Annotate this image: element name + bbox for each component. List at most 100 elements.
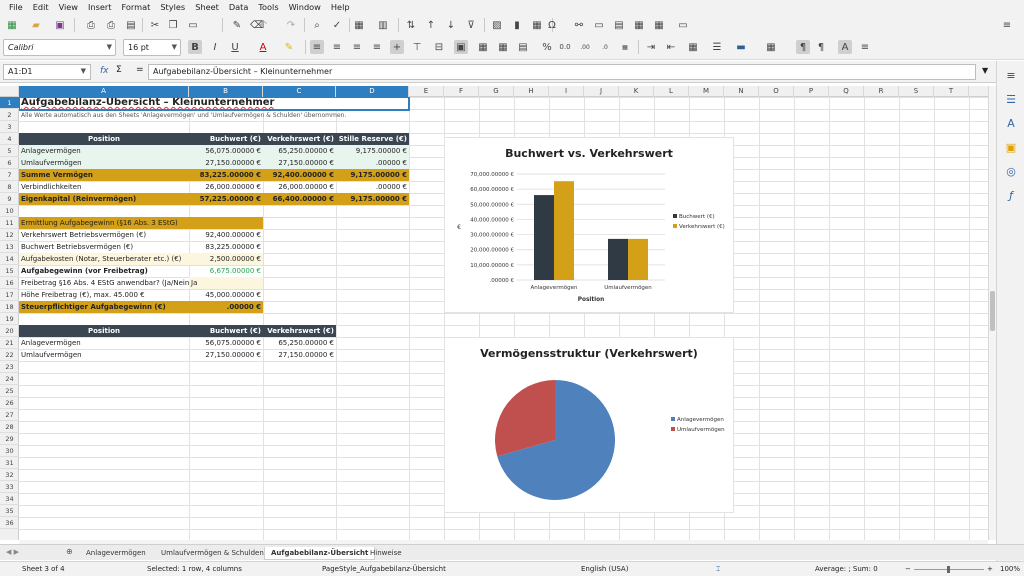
table-header[interactable]: Position xyxy=(19,325,189,337)
select-all-corner[interactable] xyxy=(0,86,19,97)
formula-input[interactable]: Aufgabebilanz-Übersicht – Kleinunternehm… xyxy=(148,64,976,80)
export-pdf-icon[interactable]: ⎙ xyxy=(84,18,98,32)
row-icon[interactable]: ▦ xyxy=(352,18,366,32)
table-header[interactable]: Buchwert (€) xyxy=(189,325,263,337)
chart-icon[interactable]: ▮ xyxy=(510,18,524,32)
table-cell[interactable]: Höhe Freibetrag (€), max. 45.000 € xyxy=(19,289,189,301)
table-cell[interactable]: Steuerpflichtiger Aufgabegewinn (€) xyxy=(19,301,189,313)
table-cell[interactable]: 56,075.00000 € xyxy=(189,337,263,349)
chevron-down-icon[interactable]: ▼ xyxy=(172,43,177,51)
pie-chart[interactable]: Vermögensstruktur (Verkehrswert) Anlagev… xyxy=(444,337,734,513)
row-header[interactable]: 24 xyxy=(0,373,19,385)
tab-anlagevermoegen[interactable]: Anlagevermögen xyxy=(80,547,152,560)
define-print-area-icon[interactable]: ▦ xyxy=(632,18,646,32)
expand-formula-icon[interactable]: ▼ xyxy=(982,66,988,75)
vertical-scrollbar[interactable] xyxy=(988,86,996,540)
column-header[interactable]: Q xyxy=(829,86,864,97)
decrease-indent-icon[interactable]: ⇤ xyxy=(664,40,678,54)
table-cell[interactable]: 65,250.00000 € xyxy=(263,145,336,157)
menu-help[interactable]: Help xyxy=(326,2,355,12)
conditional-format-icon[interactable]: ▦ xyxy=(764,40,778,54)
special-character-icon[interactable]: Ω xyxy=(545,18,559,32)
functions-icon[interactable]: ƒ xyxy=(1003,187,1019,203)
zoom-slider-handle[interactable] xyxy=(947,566,950,573)
table-cell[interactable]: 66,400.00000 € xyxy=(263,193,336,205)
undo-icon[interactable]: ↶ xyxy=(256,18,270,32)
row-header[interactable]: 25 xyxy=(0,385,19,397)
new-icon[interactable]: ▦ xyxy=(5,18,19,32)
underline-icon[interactable]: U xyxy=(228,40,242,54)
row-header[interactable]: 33 xyxy=(0,481,19,493)
gallery-icon[interactable]: ▣ xyxy=(1003,139,1019,155)
menu-data[interactable]: Data xyxy=(224,2,254,12)
row-header[interactable]: 22 xyxy=(0,349,19,361)
menu-window[interactable]: Window xyxy=(284,2,326,12)
row-header[interactable]: 31 xyxy=(0,457,19,469)
borders-icon[interactable]: ▦ xyxy=(686,40,700,54)
table-cell[interactable]: 27,150.00000 € xyxy=(263,349,336,361)
border-style-icon[interactable]: ☰ xyxy=(710,40,724,54)
page-style[interactable]: PageStyle_Aufgabebilanz-Übersicht xyxy=(322,565,446,573)
column-header[interactable]: M xyxy=(689,86,724,97)
row-header[interactable]: 13 xyxy=(0,241,19,253)
row-header[interactable]: 26 xyxy=(0,397,19,409)
row-header[interactable]: 36 xyxy=(0,517,19,529)
formula-icon[interactable]: = xyxy=(136,65,144,75)
chevron-down-icon[interactable]: ▼ xyxy=(107,43,112,51)
table-cell[interactable]: .00000 € xyxy=(336,157,409,169)
table-cell[interactable]: 9,175.00000 € xyxy=(336,193,409,205)
table-cell[interactable]: 83,225.00000 € xyxy=(189,241,263,253)
table-cell[interactable]: Buchwert Betriebsvermögen (€) xyxy=(19,241,189,253)
row-header[interactable]: 28 xyxy=(0,421,19,433)
column-header[interactable]: H xyxy=(514,86,549,97)
table-cell[interactable]: 45,000.00000 € xyxy=(189,289,263,301)
row-header[interactable]: 17 xyxy=(0,289,19,301)
freeze-rows-columns-icon[interactable]: ▦ xyxy=(652,18,666,32)
table-cell[interactable]: Umlaufvermögen xyxy=(19,349,189,361)
decimal-icon[interactable]: 0.0 xyxy=(558,40,572,54)
add-sheet-icon[interactable]: ⊕ xyxy=(66,547,73,556)
table-cell[interactable]: 65,250.00000 € xyxy=(263,337,336,349)
table-cell[interactable]: .00000 € xyxy=(336,181,409,193)
row-header[interactable]: 32 xyxy=(0,469,19,481)
row-header[interactable]: 23 xyxy=(0,361,19,373)
sheet-subtitle[interactable]: Alle Werte automatisch aus den Sheets 'A… xyxy=(19,110,409,122)
date-format-icon[interactable]: ▦ xyxy=(618,40,632,54)
properties-icon[interactable]: ☰ xyxy=(1003,91,1019,107)
zoom-out-icon[interactable]: − xyxy=(905,565,911,573)
clone-formatting-icon[interactable]: ✎ xyxy=(230,18,244,32)
table-cell[interactable]: 92,400.00000 € xyxy=(189,229,263,241)
tab-nav-icon[interactable]: ◀ ▶ xyxy=(6,548,19,556)
column-header[interactable]: T xyxy=(934,86,969,97)
spelling-icon[interactable]: ✓ xyxy=(330,18,344,32)
paste-icon[interactable]: ▭ xyxy=(186,18,200,32)
add-decimal-icon[interactable]: .00 xyxy=(578,40,592,54)
highlight-icon[interactable]: ✎ xyxy=(282,40,296,54)
find-replace-icon[interactable]: ⌕ xyxy=(310,18,324,32)
menu-format[interactable]: Format xyxy=(116,2,155,12)
column-header[interactable]: O xyxy=(759,86,794,97)
sum-icon[interactable]: Σ xyxy=(116,65,122,75)
wrap-text-icon[interactable]: + xyxy=(390,40,404,54)
print-icon[interactable]: ⎙ xyxy=(104,18,118,32)
column-header[interactable]: I xyxy=(549,86,584,97)
justify-icon[interactable]: ≡ xyxy=(370,40,384,54)
function-wizard-icon[interactable]: fx xyxy=(100,66,109,76)
row-header[interactable]: 20 xyxy=(0,325,19,337)
align-right-icon[interactable]: ≡ xyxy=(350,40,364,54)
column-header[interactable]: J xyxy=(584,86,619,97)
navigator-icon[interactable]: ◎ xyxy=(1003,163,1019,179)
table-cell[interactable]: Anlagevermögen xyxy=(19,337,189,349)
row-header[interactable]: 9 xyxy=(0,193,19,205)
table-header[interactable]: Position xyxy=(19,133,189,145)
sidebar-menu-icon[interactable]: ≡ xyxy=(1003,67,1019,83)
vertical-text-icon[interactable]: A xyxy=(838,40,852,54)
bold-icon[interactable]: B xyxy=(188,40,202,54)
table-cell[interactable]: 26,000.00000 € xyxy=(189,181,263,193)
row-header[interactable]: 7 xyxy=(0,169,19,181)
scroll-thumb[interactable] xyxy=(990,291,995,331)
image-icon[interactable]: ▨ xyxy=(490,18,504,32)
column-header[interactable]: G xyxy=(479,86,514,97)
row-header[interactable]: 11 xyxy=(0,217,19,229)
table-cell[interactable]: Umlaufvermögen xyxy=(19,157,189,169)
